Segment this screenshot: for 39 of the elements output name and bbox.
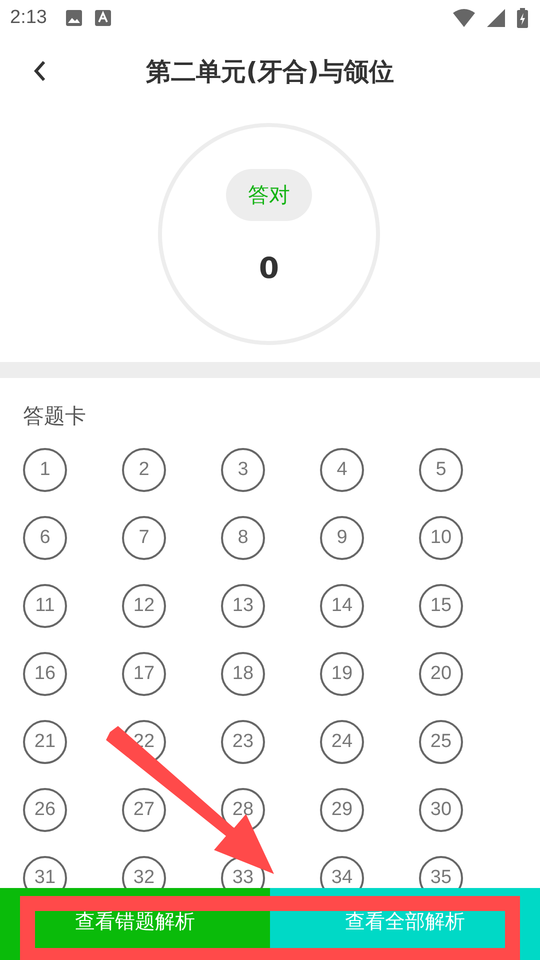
question-number[interactable]: 10 — [419, 516, 463, 560]
question-number[interactable]: 20 — [419, 652, 463, 696]
question-number[interactable]: 27 — [122, 788, 166, 832]
correct-label: 答对 — [226, 169, 312, 221]
question-number[interactable]: 21 — [23, 720, 67, 764]
question-number[interactable]: 23 — [221, 720, 265, 764]
question-number[interactable]: 19 — [320, 652, 364, 696]
question-number[interactable]: 8 — [221, 516, 265, 560]
wifi-icon — [453, 9, 475, 27]
image-icon — [64, 9, 83, 27]
question-number[interactable]: 11 — [23, 584, 67, 628]
question-number[interactable]: 12 — [122, 584, 166, 628]
back-icon[interactable] — [33, 60, 47, 82]
question-number[interactable]: 25 — [419, 720, 463, 764]
question-number[interactable]: 4 — [320, 448, 364, 492]
question-number[interactable]: 29 — [320, 788, 364, 832]
question-number[interactable]: 26 — [23, 788, 67, 832]
status-time: 2:13 — [10, 7, 47, 29]
font-icon — [94, 10, 111, 26]
question-number[interactable]: 18 — [221, 652, 265, 696]
question-number[interactable]: 15 — [419, 584, 463, 628]
question-number[interactable]: 13 — [221, 584, 265, 628]
page-title: 第二单元(牙合)与颌位 — [146, 56, 394, 88]
question-number[interactable]: 3 — [221, 448, 265, 492]
question-number[interactable]: 7 — [122, 516, 166, 560]
answer-card-title: 答题卡 — [23, 403, 87, 430]
question-number[interactable]: 14 — [320, 584, 364, 628]
question-number[interactable]: 5 — [419, 448, 463, 492]
question-number[interactable]: 1 — [23, 448, 67, 492]
battery-icon — [517, 8, 528, 28]
signal-icon — [487, 9, 505, 27]
correct-count: 0 — [258, 251, 280, 285]
question-number[interactable]: 24 — [320, 720, 364, 764]
question-number[interactable]: 17 — [122, 652, 166, 696]
question-number[interactable]: 9 — [320, 516, 364, 560]
question-number[interactable]: 2 — [122, 448, 166, 492]
question-number[interactable]: 30 — [419, 788, 463, 832]
question-number[interactable]: 6 — [23, 516, 67, 560]
question-number[interactable]: 16 — [23, 652, 67, 696]
